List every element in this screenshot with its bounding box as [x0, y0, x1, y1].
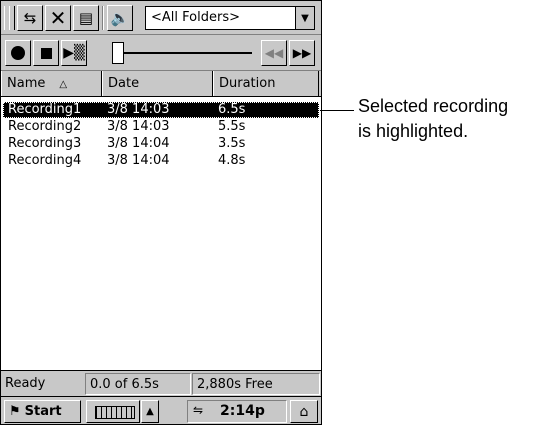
- sort-ascending-icon: △: [59, 79, 68, 90]
- folder-dropdown[interactable]: <All Folders> ▼: [145, 6, 315, 30]
- callout-line-1: Selected recording: [358, 96, 509, 116]
- callout-line-2: is highlighted.: [358, 121, 469, 141]
- list-item[interactable]: Recording2 3/8 14:03 5.5s: [3, 119, 319, 135]
- keyboard-button[interactable]: [86, 400, 140, 423]
- list-item[interactable]: Recording1 3/8 14:03 6.5s: [3, 102, 319, 118]
- windows-flag-icon: ⚑: [9, 404, 21, 419]
- fast-forward-icon: ▶▶: [292, 46, 312, 60]
- play-icon: ▶▒: [63, 45, 85, 61]
- recording-name: Recording4: [8, 153, 82, 168]
- dropdown-arrow-icon[interactable]: ▼: [295, 7, 314, 29]
- recording-duration: 5.5s: [218, 119, 246, 134]
- slider-thumb[interactable]: [112, 42, 124, 64]
- column-header-label: Date: [108, 76, 140, 91]
- top-toolbar: ⇆ ✕ ▤ 🔈 <All Folders> ▼: [1, 1, 321, 35]
- voice-recorder-window: ⇆ ✕ ▤ 🔈 <All Folders> ▼ ▶▒ ◀◀ ▶▶ Name △ …: [0, 0, 322, 425]
- input-panel-arrow-button[interactable]: ▲: [141, 400, 159, 423]
- play-button[interactable]: ▶▒: [61, 40, 87, 66]
- record-icon: [11, 46, 25, 60]
- stop-icon: [40, 47, 52, 59]
- delete-icon: ✕: [49, 6, 67, 30]
- stop-button[interactable]: [33, 40, 59, 66]
- position-slider[interactable]: [112, 42, 252, 64]
- switch-button[interactable]: ⇆: [17, 5, 43, 31]
- recording-date: 3/8 14:03: [107, 102, 170, 117]
- list-item[interactable]: Recording4 3/8 14:04 4.8s: [3, 153, 319, 169]
- properties-button[interactable]: ▤: [73, 5, 99, 31]
- delete-button[interactable]: ✕: [45, 5, 71, 31]
- recording-date: 3/8 14:03: [107, 119, 170, 134]
- recording-duration: 6.5s: [218, 102, 246, 117]
- volume-button[interactable]: 🔈: [107, 5, 133, 31]
- grip-icon[interactable]: [9, 6, 15, 30]
- list-item[interactable]: Recording3 3/8 14:04 3.5s: [3, 136, 319, 152]
- taskbar: ⚑ Start ▲ ⇋ 2:14p ⌂: [1, 396, 321, 424]
- column-header-name[interactable]: Name △: [1, 71, 102, 96]
- speaker-icon: 🔈: [110, 9, 130, 27]
- connection-icon[interactable]: ⇋: [193, 403, 203, 417]
- recording-duration: 3.5s: [218, 136, 246, 151]
- rewind-icon: ◀◀: [264, 46, 284, 60]
- recording-name: Recording1: [8, 102, 82, 117]
- rewind-button[interactable]: ◀◀: [261, 40, 287, 66]
- desktop-button[interactable]: ⌂: [290, 400, 318, 423]
- recording-date: 3/8 14:04: [107, 153, 170, 168]
- recording-date: 3/8 14:04: [107, 136, 170, 151]
- up-arrow-icon: ▲: [146, 406, 154, 417]
- column-header-label: Duration: [219, 76, 276, 91]
- recording-name: Recording3: [8, 136, 82, 151]
- keyboard-icon: [95, 406, 135, 419]
- column-header-duration[interactable]: Duration: [213, 71, 319, 96]
- fast-forward-button[interactable]: ▶▶: [289, 40, 315, 66]
- callout-line: [320, 110, 354, 111]
- column-header-label: Name: [7, 76, 46, 91]
- start-label: Start: [24, 404, 62, 419]
- toolbar-divider: [102, 6, 104, 30]
- status-state: Ready: [5, 376, 46, 391]
- record-button[interactable]: [5, 40, 31, 66]
- switch-icon: ⇆: [23, 9, 37, 27]
- recordings-list: Recording1 3/8 14:03 6.5s Recording2 3/8…: [1, 98, 321, 370]
- properties-icon: ▤: [78, 9, 94, 27]
- start-button[interactable]: ⚑ Start: [4, 400, 81, 423]
- recording-duration: 4.8s: [218, 153, 246, 168]
- status-free-space: 2,880s Free: [192, 373, 320, 395]
- status-position: 0.0 of 6.5s: [85, 373, 191, 395]
- desktop-icon: ⌂: [299, 403, 309, 420]
- slider-track: [118, 52, 252, 54]
- playback-toolbar: ▶▒ ◀◀ ▶▶: [1, 35, 321, 71]
- folder-dropdown-value: <All Folders>: [151, 10, 240, 25]
- recording-name: Recording2: [8, 119, 82, 134]
- column-header-date[interactable]: Date: [102, 71, 213, 96]
- clock[interactable]: 2:14p: [220, 403, 265, 419]
- callout-text: Selected recording is highlighted.: [358, 94, 508, 144]
- list-header: Name △ Date Duration: [1, 71, 321, 97]
- status-bar: Ready 0.0 of 6.5s 2,880s Free: [1, 370, 321, 396]
- system-tray[interactable]: ⇋ 2:14p: [187, 400, 287, 423]
